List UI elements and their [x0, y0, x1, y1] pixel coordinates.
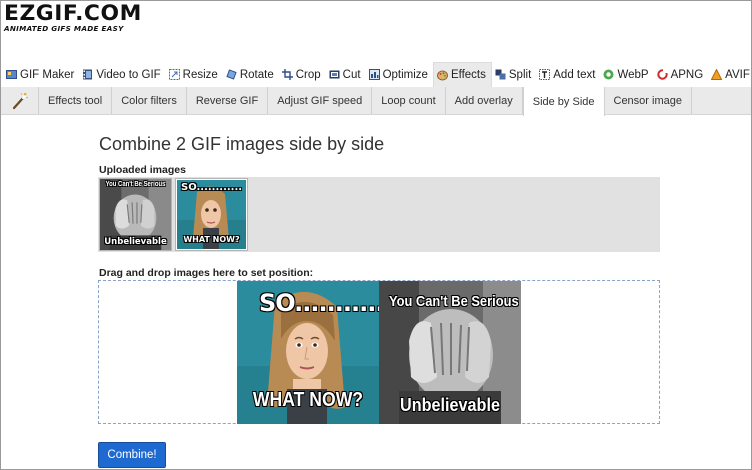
so-meme-image: SO............ WHAT NOW? [237, 281, 379, 424]
so-top-caption: SO............ [259, 289, 379, 317]
serious-meme-image: You Can't Be Serious Unbelievable [100, 179, 171, 250]
nav-cut[interactable]: Cut [326, 62, 366, 87]
nav-gif-maker[interactable]: GIF Maker [3, 62, 79, 87]
page-title: Combine 2 GIF images side by side [99, 134, 385, 154]
main-nav: GIF Maker Video to GIF Resize Rotate Cro… [1, 62, 751, 87]
video-icon [82, 69, 93, 80]
drag-drop-label: Drag and drop images here to set positio… [99, 267, 314, 279]
nav-webp[interactable]: WebP [600, 62, 653, 87]
sub-nav: Effects tool Color filters Reverse GIF A… [1, 87, 751, 116]
nav-label: AVIF [725, 68, 750, 81]
cut-icon [329, 69, 340, 80]
nav-optimize[interactable]: Optimize [366, 62, 433, 87]
crop-icon [281, 69, 293, 80]
nav-label: Video to GIF [96, 68, 161, 81]
drop-zone[interactable]: SO............ WHAT NOW? You Can't Be Se… [98, 280, 660, 424]
nav-label: Optimize [382, 68, 428, 81]
nav-label: Rotate [239, 68, 274, 81]
logo-tagline: ANIMATED GIFS MADE EASY [4, 24, 124, 33]
nav-apng[interactable]: APNG [654, 62, 709, 87]
serious-top-caption: You Can't Be Serious [388, 293, 519, 310]
nav-label: WebP [617, 68, 649, 81]
webp-icon [603, 69, 614, 80]
serious-top-caption: You Can't Be Serious [105, 181, 166, 188]
nav-rotate[interactable]: Rotate [223, 62, 279, 87]
serious-meme-image: You Can't Be Serious Unbelievable [379, 281, 521, 424]
nav-label: Add text [553, 68, 596, 81]
gif-maker-icon [6, 69, 17, 80]
resize-icon [168, 69, 180, 80]
nav-resize[interactable]: Resize [166, 62, 223, 87]
subnav-side-by-side[interactable]: Side by Side [522, 87, 605, 116]
palette-icon [436, 70, 448, 81]
avif-icon [711, 69, 723, 80]
so-bottom-caption: WHAT NOW? [183, 235, 240, 244]
subnav-adjust-gif-speed[interactable]: Adjust GIF speed [268, 87, 373, 114]
nav-label: GIF Maker [20, 68, 75, 81]
subnav-loop-count[interactable]: Loop count [372, 87, 446, 114]
subnav-color-filters[interactable]: Color filters [112, 87, 187, 114]
combine-button[interactable]: Combine! [98, 442, 166, 468]
add-text-icon [539, 69, 551, 80]
nav-avif[interactable]: AVIF [708, 62, 751, 87]
so-meme-image: SO............ WHAT NOW? [177, 180, 246, 249]
subnav-effects-tool[interactable]: Effects tool [39, 87, 113, 114]
nav-label: Resize [182, 68, 218, 81]
serious-bottom-caption: Unbelievable [400, 395, 500, 415]
uploaded-thumb-so[interactable]: SO............ WHAT NOW? [175, 178, 248, 251]
nav-crop[interactable]: Crop [279, 62, 326, 87]
apng-icon [656, 69, 668, 80]
logo-text: EZGIF.COM [4, 1, 142, 25]
nav-add-text[interactable]: Add text [536, 62, 600, 87]
placed-image-so[interactable]: SO............ WHAT NOW? [237, 281, 379, 424]
uploaded-images-area: You Can't Be Serious Unbelievable SO....… [98, 177, 660, 252]
magic-wand-icon [1, 87, 39, 114]
rotate-icon [226, 69, 237, 80]
subnav-reverse-gif[interactable]: Reverse GIF [187, 87, 269, 114]
uploaded-thumb-serious[interactable]: You Can't Be Serious Unbelievable [99, 178, 172, 251]
subnav-censor-image[interactable]: Censor image [605, 87, 692, 114]
nav-label: Effects [450, 69, 486, 81]
nav-label: APNG [670, 68, 704, 81]
app-frame: EZGIF.COM ANIMATED GIFS MADE EASY GIF Ma… [0, 0, 752, 470]
placed-image-serious[interactable]: You Can't Be Serious Unbelievable [379, 281, 521, 424]
optimize-icon [368, 69, 380, 80]
so-top-caption: SO............ [181, 182, 243, 193]
nav-effects[interactable]: Effects [432, 62, 492, 87]
nav-video-to-gif[interactable]: Video to GIF [79, 62, 165, 87]
nav-label: Split [508, 68, 532, 81]
subnav-add-overlay[interactable]: Add overlay [446, 87, 523, 114]
nav-label: Cut [342, 68, 361, 81]
so-bottom-caption: WHAT NOW? [252, 389, 364, 411]
logo[interactable]: EZGIF.COM ANIMATED GIFS MADE EASY [4, 2, 174, 33]
split-icon [495, 69, 506, 80]
nav-label: Crop [295, 68, 321, 81]
uploaded-images-label: Uploaded images [99, 164, 186, 176]
serious-bottom-caption: Unbelievable [104, 237, 167, 247]
nav-split[interactable]: Split [492, 62, 536, 87]
